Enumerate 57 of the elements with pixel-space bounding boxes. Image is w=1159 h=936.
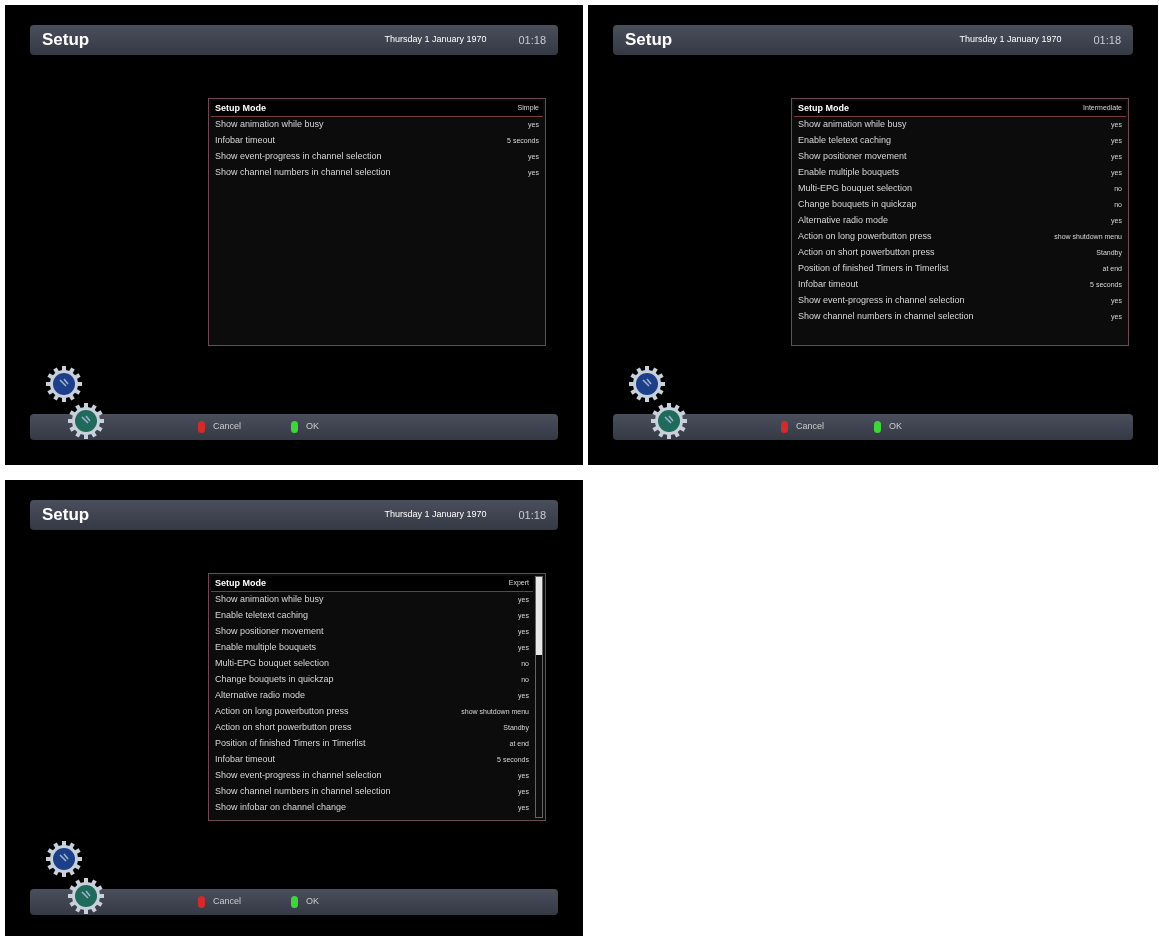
date-text: Thursday 1 January 1970 — [384, 33, 487, 47]
time-text: 01:18 — [518, 507, 546, 523]
setting-label: Multi-EPG bouquet selection — [798, 182, 913, 196]
setting-label: Action on short powerbutton press — [215, 721, 352, 735]
gear-icon — [67, 877, 105, 915]
setting-label: Show animation while busy — [798, 118, 907, 132]
key-label: OK — [306, 895, 320, 909]
setting-label: Enable multiple bouquets — [798, 166, 900, 180]
setting-label: Show infobar on channel change — [215, 801, 347, 815]
setting-label: Show channel numbers in channel selection — [215, 785, 391, 799]
screen-title: Setup — [42, 504, 90, 527]
setting-label: Show event-progress in channel selection — [215, 769, 382, 783]
setting-label: Action on long powerbutton press — [798, 230, 932, 244]
key-label: OK — [306, 420, 320, 434]
setting-label: Enable teletext caching — [798, 134, 892, 148]
setting-label: Setup Mode — [215, 576, 266, 590]
time-text: 01:18 — [1093, 32, 1121, 48]
time-text: 01:18 — [518, 32, 546, 48]
screen-title: Setup — [42, 29, 90, 52]
setting-label: Infobar timeout — [215, 134, 276, 148]
setting-label: Show animation while busy — [215, 118, 324, 132]
setting-label: Multi-EPG bouquet selection — [215, 657, 330, 671]
setting-label: Alternative radio mode — [798, 214, 889, 228]
key-label: Cancel — [796, 420, 824, 434]
setting-label: Action on short powerbutton press — [798, 246, 935, 260]
date-text: Thursday 1 January 1970 — [959, 33, 1062, 47]
gear-icon — [45, 365, 83, 403]
setting-label: Position of finished Timers in Timerlist — [798, 262, 949, 276]
key-label: Cancel — [213, 895, 241, 909]
gear-icon — [67, 402, 105, 440]
setting-label: Alternative radio mode — [215, 689, 306, 703]
setting-label: Show channel numbers in channel selection — [798, 310, 974, 324]
date-text: Thursday 1 January 1970 — [384, 508, 487, 522]
key-label: Cancel — [213, 420, 241, 434]
setting-label: Show positioner movement — [798, 150, 907, 164]
setting-label: Show animation while busy — [215, 593, 324, 607]
gear-icon — [45, 840, 83, 878]
gear-icon — [650, 402, 688, 440]
setting-label: Position of finished Timers in Timerlist — [215, 737, 366, 751]
gear-icon — [628, 365, 666, 403]
setting-label: Show event-progress in channel selection — [798, 294, 965, 308]
scrollbar-thumb[interactable] — [536, 577, 542, 655]
setting-label: Enable multiple bouquets — [215, 641, 317, 655]
setting-label: Enable teletext caching — [215, 609, 309, 623]
setting-label: Show positioner movement — [215, 625, 324, 639]
scrollbar[interactable] — [535, 576, 543, 818]
setting-label: Show channel numbers in channel selection — [215, 166, 391, 180]
setting-label: Change bouquets in quickzap — [215, 673, 334, 687]
setting-label: Change bouquets in quickzap — [798, 198, 917, 212]
setting-label: Infobar timeout — [215, 753, 276, 767]
screen-title: Setup — [625, 29, 673, 52]
setting-label: Show event-progress in channel selection — [215, 150, 382, 164]
setting-label: Infobar timeout — [798, 278, 859, 292]
setting-label: Action on long powerbutton press — [215, 705, 349, 719]
key-label: OK — [889, 420, 903, 434]
setting-label: Setup Mode — [215, 101, 266, 115]
setting-label: Setup Mode — [798, 101, 849, 115]
